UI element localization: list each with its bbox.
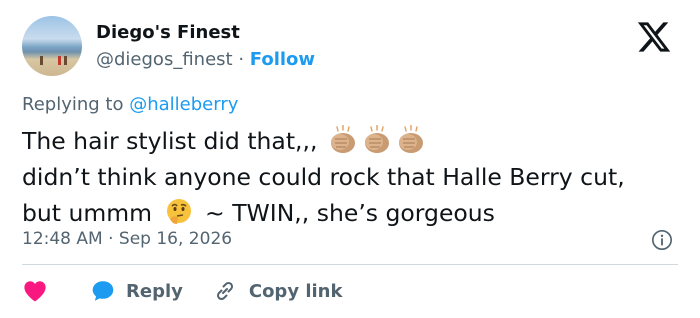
tweet-line-2: didn’t think anyone could rock that Hall… [22,163,625,191]
avatar-figure [58,56,61,65]
thinking-face-icon [166,199,191,224]
reply-button[interactable]: Reply [90,278,183,304]
tweet-text-line3b: ~ TWIN,, she’s gorgeous [205,199,495,227]
clapping-hands-icon [330,125,355,153]
tweet-text-line1: The hair stylist did that,,, [22,127,318,155]
clapping-hands-icon [398,125,423,153]
avatar-figure [40,56,43,65]
like-button[interactable] [22,278,48,304]
tweet-line-1: The hair stylist did that,,, [22,123,692,159]
tweet-time: 12:48 AM [22,229,103,249]
author-name[interactable]: Diego's Finest [96,22,240,43]
avatar[interactable] [22,16,82,76]
author-handle-line: @diegos_finest · Follow [96,49,315,70]
tweet-text-line3a: but ummm [22,199,153,227]
heart-icon [24,281,46,302]
follow-button[interactable]: Follow [250,49,315,70]
replying-to: Replying to @halleberry [22,94,238,115]
copy-link-label: Copy link [248,280,343,302]
avatar-figure [64,56,67,65]
tweet-line-3: but ummm ~ TWIN,, she’s gorgeous [22,195,692,231]
reply-bubble-icon [92,281,114,301]
action-bar: Reply Copy link [22,276,342,306]
clapping-hands-icon [364,125,389,153]
copy-link-button[interactable]: Copy link [213,279,343,303]
tweet-date: Sep 16, 2026 [118,229,233,249]
handle-separator: · [238,49,245,70]
x-logo-icon[interactable] [636,19,672,55]
info-icon[interactable] [651,229,673,251]
reply-mention-link[interactable]: @halleberry [129,94,238,115]
divider [22,264,678,265]
timestamp-separator: · [108,229,114,249]
author-handle[interactable]: @diegos_finest [96,49,233,70]
link-icon [216,281,233,301]
tweet-text: The hair stylist did that,,, didn’t thin… [22,123,692,231]
tweet-timestamp[interactable]: 12:48 AM · Sep 16, 2026 [22,229,232,249]
reply-label: Reply [126,280,183,302]
replying-prefix: Replying to [22,94,124,115]
